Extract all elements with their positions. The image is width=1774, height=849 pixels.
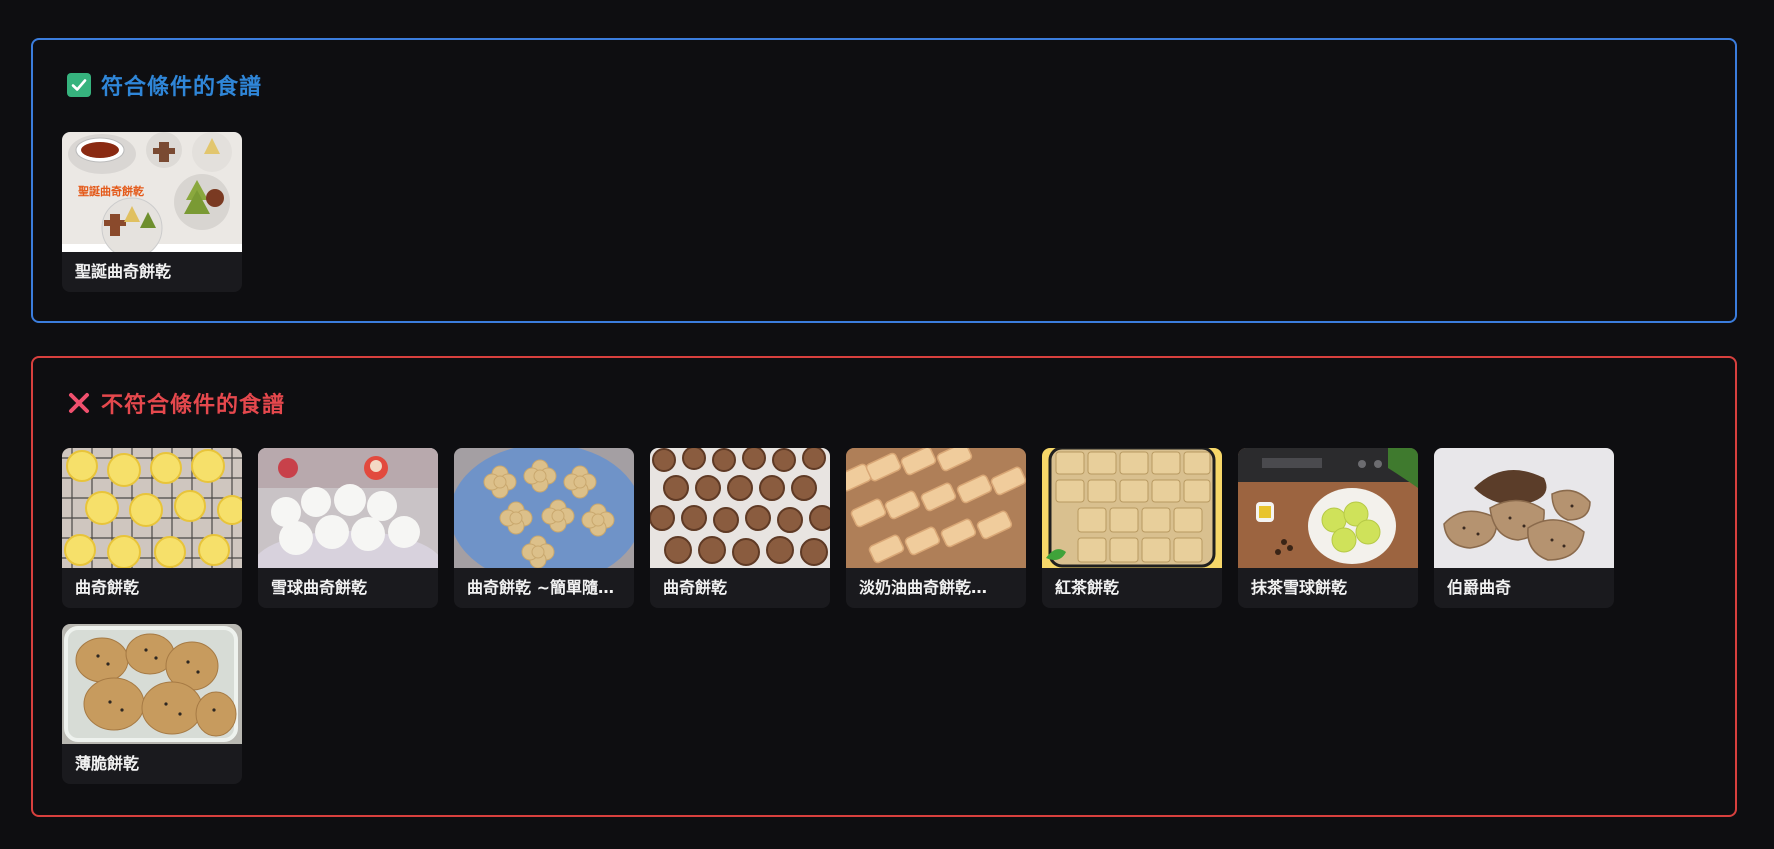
recipe-name: 薄脆餅乾 [75,754,140,773]
recipe-name: 聖誕曲奇餅乾 [75,262,172,281]
recipe-thumbnail [846,448,1026,568]
recipe-name: 曲奇餅乾 [75,578,140,597]
matching-section-header: 符合條件的食譜 [67,70,262,100]
thumbnail-caption: 聖誕曲奇餅乾 [78,184,144,198]
recipe-thumbnail [258,448,438,568]
recipe-card[interactable]: 聖誕曲奇餅乾 聖誕曲奇餅乾 [62,132,242,292]
recipe-card[interactable]: 伯爵曲奇 [1434,448,1614,608]
recipe-card[interactable]: 雪球曲奇餅乾 [258,448,438,608]
matching-recipes-section: 符合條件的食譜 聖誕曲奇餅乾 聖誕曲奇餅乾 [31,38,1737,323]
recipe-thumbnail [62,624,242,744]
recipe-card[interactable]: 抹茶雪球餅乾 [1238,448,1418,608]
recipe-name: 雪球曲奇餅乾 [271,578,368,597]
cross-icon [67,391,91,415]
recipe-thumbnail [650,448,830,568]
matching-recipe-grid: 聖誕曲奇餅乾 聖誕曲奇餅乾 [62,132,1682,292]
non-matching-section-title: 不符合條件的食譜 [101,393,286,418]
recipe-card[interactable]: 曲奇餅乾 ~簡單隨… [454,448,634,608]
recipe-name: 曲奇餅乾 ~簡單隨… [467,578,614,597]
non-matching-recipe-grid: 曲奇餅乾 雪球曲奇餅乾 曲奇餅乾 ~簡單隨… 曲奇餅乾 淡奶油曲奇餅乾… 紅茶餅… [62,448,1682,784]
recipe-thumbnail [1238,448,1418,568]
recipe-card[interactable]: 薄脆餅乾 [62,624,242,784]
recipe-card[interactable]: 淡奶油曲奇餅乾… [846,448,1026,608]
recipe-card[interactable]: 曲奇餅乾 [650,448,830,608]
non-matching-section-header: 不符合條件的食譜 [67,388,285,418]
recipe-thumbnail [62,448,242,568]
matching-section-title: 符合條件的食譜 [101,75,263,100]
recipe-thumbnail [1434,448,1614,568]
recipe-thumbnail [1042,448,1222,568]
recipe-name: 抹茶雪球餅乾 [1251,578,1348,597]
recipe-name: 曲奇餅乾 [663,578,728,597]
recipe-card[interactable]: 曲奇餅乾 [62,448,242,608]
recipe-thumbnail: 聖誕曲奇餅乾 [62,132,242,252]
recipe-name: 淡奶油曲奇餅乾… [859,578,988,597]
recipe-name: 紅茶餅乾 [1055,578,1120,597]
check-icon [67,73,91,97]
recipe-name: 伯爵曲奇 [1447,578,1512,597]
recipe-results-page: 符合條件的食譜 聖誕曲奇餅乾 聖誕曲奇餅乾 不符合條件的食譜 曲奇餅乾 雪球曲奇… [0,0,1774,849]
non-matching-recipes-section: 不符合條件的食譜 曲奇餅乾 雪球曲奇餅乾 曲奇餅乾 ~簡單隨… 曲奇餅乾 淡奶油… [31,356,1737,817]
recipe-thumbnail [454,448,634,568]
recipe-card[interactable]: 紅茶餅乾 [1042,448,1222,608]
